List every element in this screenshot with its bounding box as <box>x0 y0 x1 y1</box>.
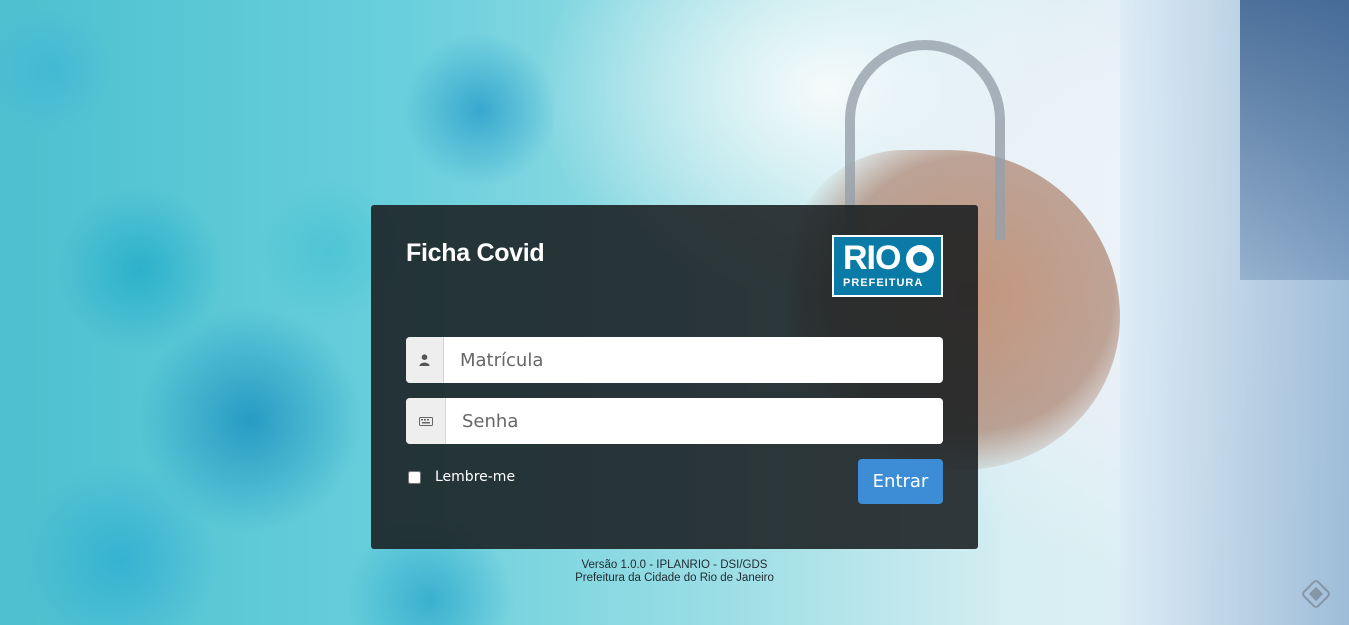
password-field-group <box>406 398 943 444</box>
logo-main-text: RIO <box>843 239 901 277</box>
username-field-group <box>406 337 943 383</box>
city-seal-icon <box>906 245 934 273</box>
user-icon-svg <box>419 354 430 366</box>
page-title: Ficha Covid <box>406 239 545 267</box>
keyboard-icon <box>406 398 446 444</box>
user-icon <box>406 337 444 383</box>
login-card: Ficha Covid RIO PREFEITURA Lembr <box>371 205 978 549</box>
matricula-input[interactable] <box>444 337 943 383</box>
remember-me-checkbox[interactable] <box>408 470 421 484</box>
remember-me[interactable]: Lembre-me <box>408 469 515 485</box>
senha-input[interactable] <box>446 398 943 444</box>
remember-me-label: Lembre-me <box>435 469 516 485</box>
version-text: Versão 1.0.0 - IPLANRIO - DSI/GDS <box>581 559 768 571</box>
entrar-button[interactable]: Entrar <box>858 459 943 504</box>
prefeitura-rio-logo: RIO PREFEITURA <box>832 235 943 297</box>
keyboard-icon-svg <box>418 416 433 426</box>
doctor-tie-image <box>1240 0 1349 280</box>
logo-sub-text: PREFEITURA <box>843 277 924 289</box>
footer: Versão 1.0.0 - IPLANRIO - DSI/GDS Prefei… <box>371 559 978 585</box>
organization-text: Prefeitura da Cidade do Rio de Janeiro <box>575 572 774 584</box>
